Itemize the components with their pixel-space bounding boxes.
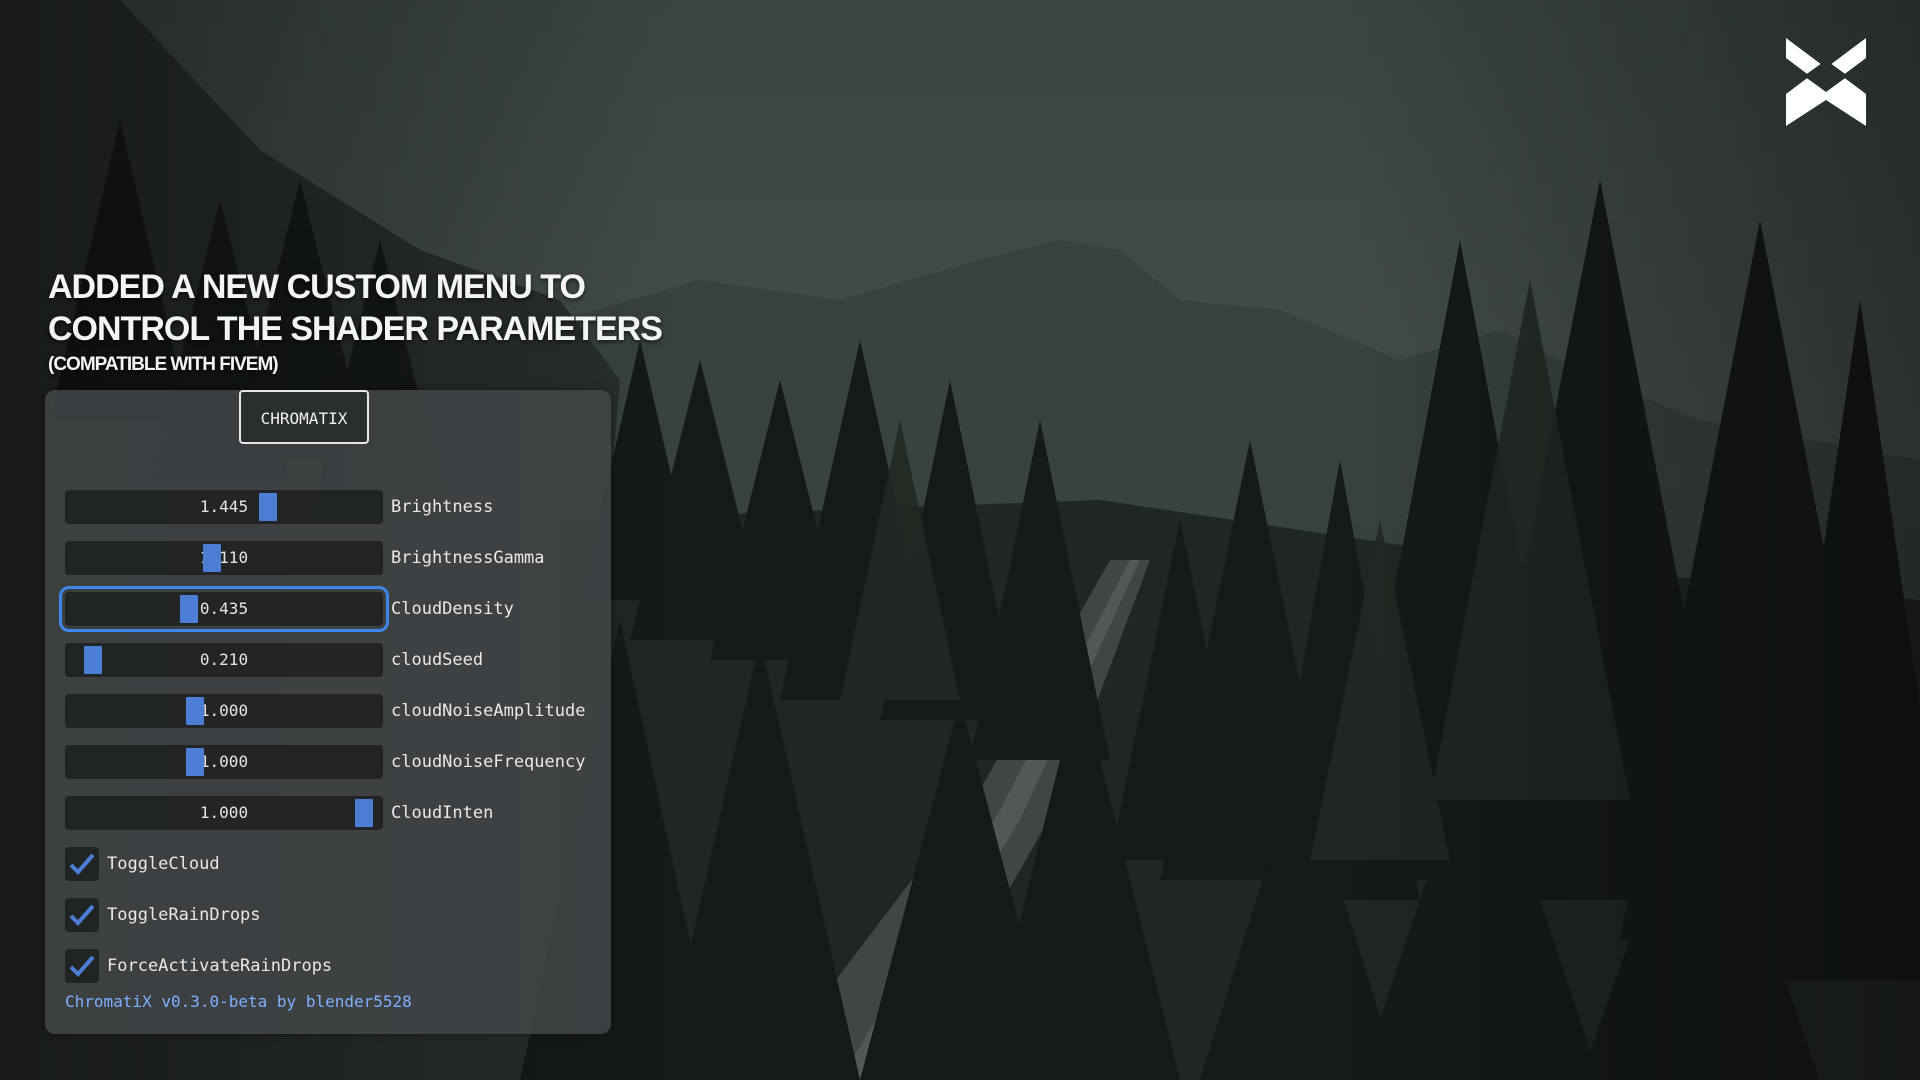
slider-row-cloud-noise-frequency: 1.000 cloudNoiseFrequency [65, 745, 605, 779]
force-activate-rain-drops-checkbox[interactable] [65, 949, 99, 983]
slider-value: 1.445 [199, 497, 249, 516]
menu-title-button[interactable]: CHROMATIX [239, 390, 369, 444]
slider-value: 0.435 [199, 599, 249, 618]
slider-value: 1.000 [199, 752, 249, 771]
slider-label: cloudNoiseFrequency [391, 752, 586, 772]
slider-value: 1.110 [199, 548, 249, 567]
slider-value: 1.000 [199, 803, 249, 822]
check-mark-icon [69, 904, 95, 926]
version-footer: ChromatiX v0.3.0-beta by blender5528 [65, 992, 412, 1011]
toggle-rain-drops-checkbox[interactable] [65, 898, 99, 932]
slider-knob[interactable] [185, 748, 204, 776]
slider-knob[interactable] [203, 544, 222, 572]
headline-subtitle: (COMPATIBLE WITH FIVEM) [48, 354, 279, 375]
toggle-cloud-checkbox[interactable] [65, 847, 99, 881]
slider-knob[interactable] [179, 595, 198, 623]
check-mark-icon [69, 853, 95, 875]
slider-label: CloudDensity [391, 599, 514, 619]
brightness-gamma-slider[interactable]: 1.110 [65, 541, 383, 575]
slider-knob[interactable] [83, 646, 102, 674]
slider-knob[interactable] [185, 697, 204, 725]
slider-label: Brightness [391, 497, 494, 517]
slider-label: cloudNoiseAmplitude [391, 701, 586, 721]
headline-line-2: CONTROL THE SHADER PARAMETERS [48, 310, 663, 348]
slider-row-cloud-noise-amplitude: 1.000 cloudNoiseAmplitude [65, 694, 605, 728]
checkbox-label: ForceActivateRainDrops [107, 956, 333, 976]
checkbox-label: ToggleRainDrops [107, 905, 261, 925]
checkbox-row-force-activate-rain-drops[interactable]: ForceActivateRainDrops [65, 949, 605, 983]
slider-label: CloudInten [391, 803, 494, 823]
checkbox-row-toggle-cloud[interactable]: ToggleCloud [65, 847, 605, 881]
slider-row-cloud-density: 0.435 CloudDensity [59, 586, 605, 632]
checkbox-row-toggle-rain-drops[interactable]: ToggleRainDrops [65, 898, 605, 932]
slider-row-brightness: 1.445 Brightness [65, 490, 605, 524]
headline: ADDED A NEW CUSTOM MENU TO CONTROL THE S… [48, 266, 663, 378]
slider-row-cloud-seed: 0.210 cloudSeed [65, 643, 605, 677]
check-mark-icon [69, 955, 95, 977]
slider-value: 1.000 [199, 701, 249, 720]
slider-label: cloudSeed [391, 650, 484, 670]
cloud-noise-frequency-slider[interactable]: 1.000 [65, 745, 383, 779]
slider-value: 0.210 [199, 650, 249, 669]
chromatix-x-logo-icon [1786, 38, 1866, 126]
cloud-noise-amplitude-slider[interactable]: 1.000 [65, 694, 383, 728]
slider-row-cloud-inten: 1.000 CloudInten [65, 796, 605, 830]
cloud-inten-slider[interactable]: 1.000 [65, 796, 383, 830]
chromatix-menu-panel: CHROMATIX 1.445 Brightness 1.110 Brightn… [45, 390, 611, 1034]
slider-knob[interactable] [355, 799, 374, 827]
slider-knob[interactable] [258, 493, 277, 521]
cloud-density-slider[interactable]: 0.435 [59, 586, 389, 632]
checkbox-label: ToggleCloud [107, 854, 220, 874]
brightness-slider[interactable]: 1.445 [65, 490, 383, 524]
cloud-seed-slider[interactable]: 0.210 [65, 643, 383, 677]
slider-row-brightness-gamma: 1.110 BrightnessGamma [65, 541, 605, 575]
headline-line-1: ADDED A NEW CUSTOM MENU TO [48, 268, 586, 306]
slider-label: BrightnessGamma [391, 548, 545, 568]
